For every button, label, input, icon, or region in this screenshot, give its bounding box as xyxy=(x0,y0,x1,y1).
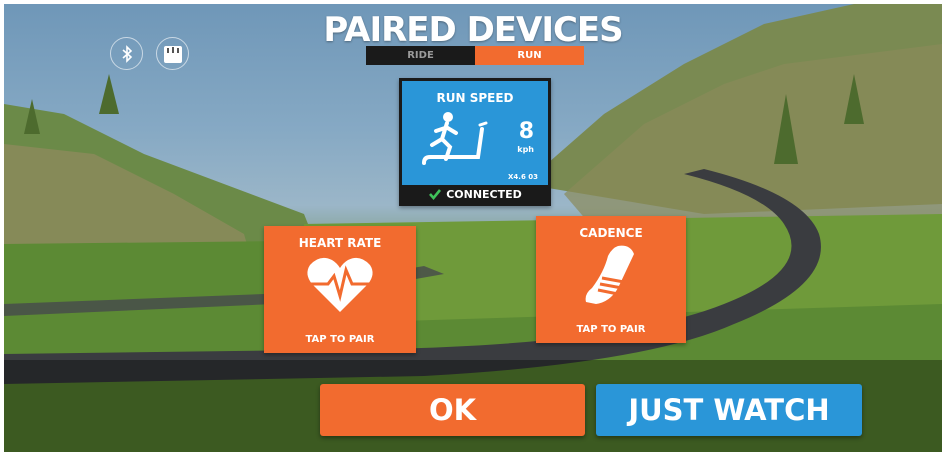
tile-title: CADENCE xyxy=(579,226,643,240)
run-speed-value: 8 xyxy=(518,119,534,144)
run-speed-tile[interactable]: RUN SPEED 8 kph X4.6 03 CONNECTED xyxy=(399,78,551,206)
page-title: PAIRED DEVICES xyxy=(323,10,623,50)
checkmark-icon xyxy=(429,189,442,200)
treadmill-runner-icon xyxy=(422,112,488,165)
run-speed-unit: kph xyxy=(517,145,534,154)
just-watch-button[interactable]: JUST WATCH xyxy=(596,384,862,436)
game-scene: PAIRED DEVICES RIDE RUN RUN SPEED 8 kph … xyxy=(4,4,942,452)
ok-button[interactable]: OK xyxy=(320,384,585,436)
cadence-tile[interactable]: CADENCE TAP TO PAIR xyxy=(536,216,686,343)
tap-to-pair-label: TAP TO PAIR xyxy=(576,324,646,335)
heart-rate-tile[interactable]: HEART RATE TAP TO PAIR xyxy=(264,226,416,353)
connection-status: CONNECTED xyxy=(402,185,548,203)
ride-tab[interactable]: RIDE xyxy=(366,46,475,65)
tap-to-pair-label: TAP TO PAIR xyxy=(305,334,375,345)
tile-title: RUN SPEED xyxy=(436,91,514,105)
shoe-icon xyxy=(585,245,634,304)
device-id: X4.6 03 xyxy=(508,173,538,181)
status-label: CONNECTED xyxy=(446,187,522,201)
tile-title: HEART RATE xyxy=(298,236,382,250)
sport-toggle[interactable]: RIDE RUN xyxy=(366,46,584,65)
run-tab[interactable]: RUN xyxy=(475,46,584,65)
heart-icon xyxy=(307,257,373,312)
